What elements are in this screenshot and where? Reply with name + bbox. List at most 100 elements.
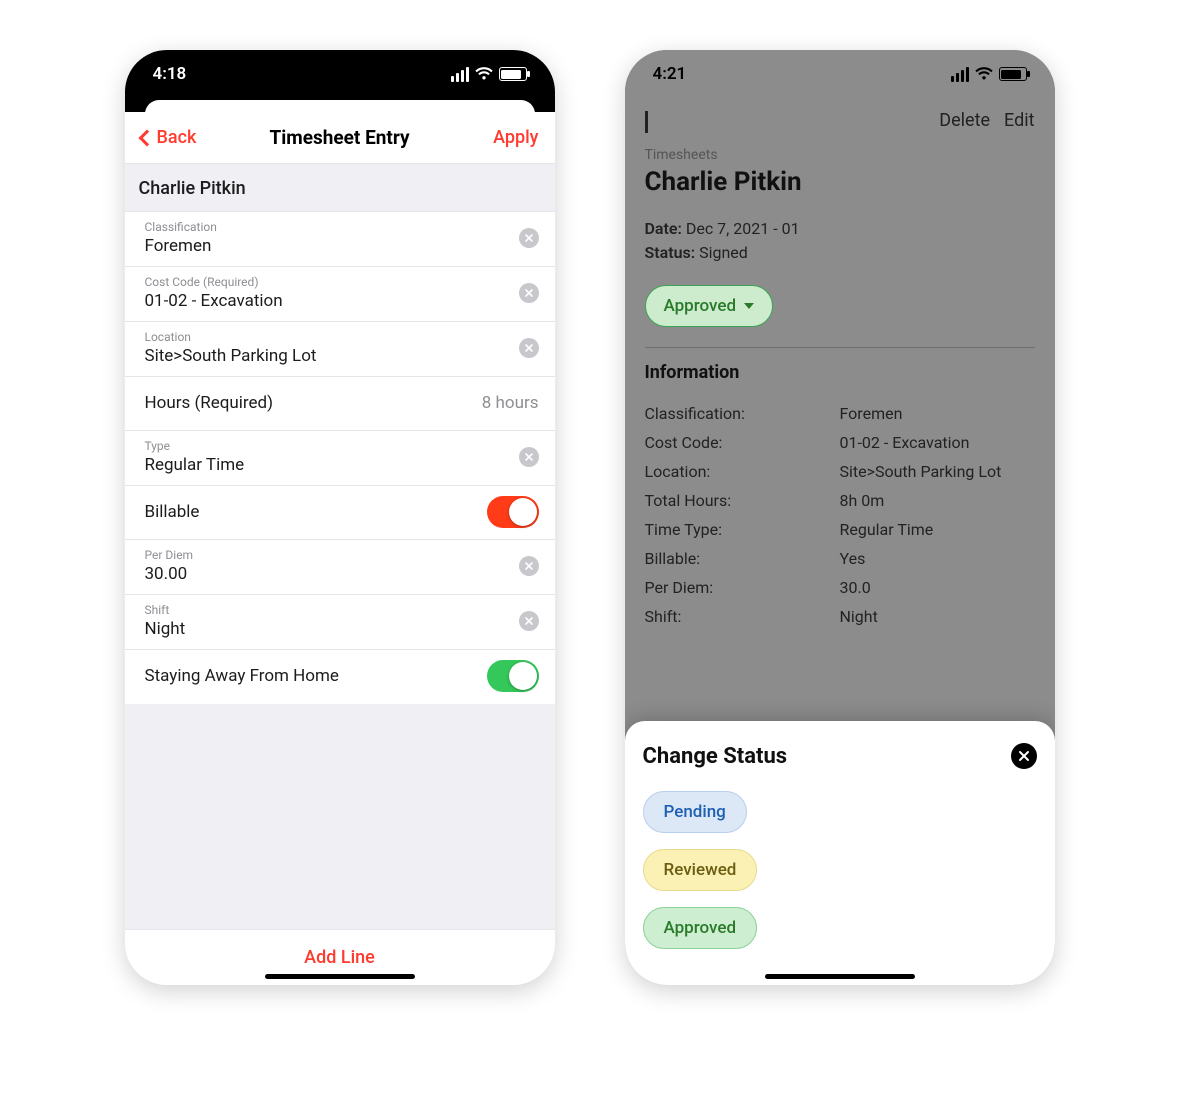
billable-label: Billable [145,502,200,522]
info-key: Billable: [645,549,840,568]
person-header: Charlie Pitkin [125,164,555,212]
info-key: Total Hours: [645,491,840,510]
location-value: Site>South Parking Lot [145,346,519,366]
status-option-approved[interactable]: Approved [643,907,758,949]
classification-row[interactable]: Classification Foremen [125,212,555,267]
date-label: Date: [645,219,682,238]
info-row: Time Type:Regular Time [645,515,1035,544]
info-value: 01-02 - Excavation [840,433,1035,452]
back-label: Back [157,127,197,148]
home-indicator [765,974,915,979]
info-row: Shift:Night [645,602,1035,631]
status-option-reviewed[interactable]: Reviewed [643,849,758,891]
classification-value: Foremen [145,236,519,256]
status-dropdown-label: Approved [664,296,737,316]
status-icons [451,67,527,82]
phone-timesheet-detail: 4:21 Delete Edit Timesheets Charlie Pitk… [625,50,1055,985]
sheet-title: Change Status [643,744,788,769]
status-bar: 4:18 [125,50,555,98]
billable-toggle[interactable] [487,496,539,528]
empty-space [125,704,555,929]
away-toggle[interactable] [487,660,539,692]
add-line-label: Add Line [304,947,375,968]
hours-label: Hours (Required) [145,393,274,413]
status-bar: 4:21 [625,50,1055,98]
edit-button[interactable]: Edit [1004,110,1034,131]
info-value: Night [840,607,1035,626]
billable-row: Billable [125,486,555,540]
person-name: Charlie Pitkin [645,167,1035,197]
perdiem-value: 30.00 [145,564,519,584]
hours-value: 8 hours [482,393,539,413]
location-row[interactable]: Location Site>South Parking Lot [125,322,555,377]
info-row: Total Hours:8h 0m [645,486,1035,515]
info-value: 8h 0m [840,491,1035,510]
costcode-label: Cost Code (Required) [145,275,519,289]
status-option-pending[interactable]: Pending [643,791,747,833]
apply-label: Apply [493,127,538,148]
info-value: 30.0 [840,578,1035,597]
divider [645,347,1035,348]
info-row: Billable:Yes [645,544,1035,573]
clear-shift-button[interactable] [519,611,539,631]
info-list: Classification:ForemenCost Code:01-02 - … [645,399,1035,631]
cellular-icon [451,67,469,82]
info-key: Classification: [645,404,840,423]
chevron-left-icon [645,111,648,133]
info-key: Shift: [645,607,840,626]
status-time: 4:21 [653,64,687,84]
costcode-row[interactable]: Cost Code (Required) 01-02 - Excavation [125,267,555,322]
information-heading: Information [645,362,1035,383]
chevron-down-icon [744,303,754,309]
info-row: Cost Code:01-02 - Excavation [645,428,1035,457]
location-label: Location [145,330,519,344]
type-row[interactable]: Type Regular Time [125,431,555,486]
apply-button[interactable]: Apply [493,127,538,148]
battery-icon [999,67,1027,81]
battery-icon [499,67,527,81]
delete-button[interactable]: Delete [939,110,990,131]
info-value: Site>South Parking Lot [840,462,1035,481]
close-icon [1018,750,1030,762]
type-value: Regular Time [145,455,519,475]
clear-costcode-button[interactable] [519,283,539,303]
date-value: Dec 7, 2021 - 01 [686,219,800,238]
meta-block: Date: Dec 7, 2021 - 01 Status: Signed [645,217,1035,265]
status-icons [951,67,1027,82]
home-indicator [265,974,415,979]
nav-bar: Back Timesheet Entry Apply [125,112,555,164]
clear-type-button[interactable] [519,447,539,467]
info-value: Foremen [840,404,1035,423]
perdiem-label: Per Diem [145,548,519,562]
status-label: Status: [645,243,696,262]
info-row: Per Diem:30.0 [645,573,1035,602]
type-label: Type [145,439,519,453]
wifi-icon [475,67,493,81]
back-button[interactable] [645,111,648,130]
info-key: Time Type: [645,520,840,539]
clear-perdiem-button[interactable] [519,556,539,576]
status-dropdown[interactable]: Approved [645,285,774,327]
cellular-icon [951,67,969,82]
away-label: Staying Away From Home [145,666,339,686]
close-sheet-button[interactable] [1011,743,1037,769]
detail-topbar: Delete Edit [645,98,1035,147]
clear-location-button[interactable] [519,338,539,358]
add-line-button[interactable]: Add Line [125,929,555,985]
shift-row[interactable]: Shift Night [125,595,555,650]
perdiem-row[interactable]: Per Diem 30.00 [125,540,555,595]
info-value: Yes [840,549,1035,568]
info-row: Classification:Foremen [645,399,1035,428]
info-value: Regular Time [840,520,1035,539]
back-button[interactable]: Back [141,127,197,148]
classification-label: Classification [145,220,519,234]
info-key: Per Diem: [645,578,840,597]
breadcrumb[interactable]: Timesheets [645,147,1035,163]
detail-actions: Delete Edit [939,110,1034,131]
status-value: Signed [699,243,748,262]
clear-classification-button[interactable] [519,228,539,248]
costcode-value: 01-02 - Excavation [145,291,519,311]
shift-label: Shift [145,603,519,617]
hours-row[interactable]: Hours (Required) 8 hours [125,377,555,431]
form-list: Classification Foremen Cost Code (Requir… [125,212,555,704]
